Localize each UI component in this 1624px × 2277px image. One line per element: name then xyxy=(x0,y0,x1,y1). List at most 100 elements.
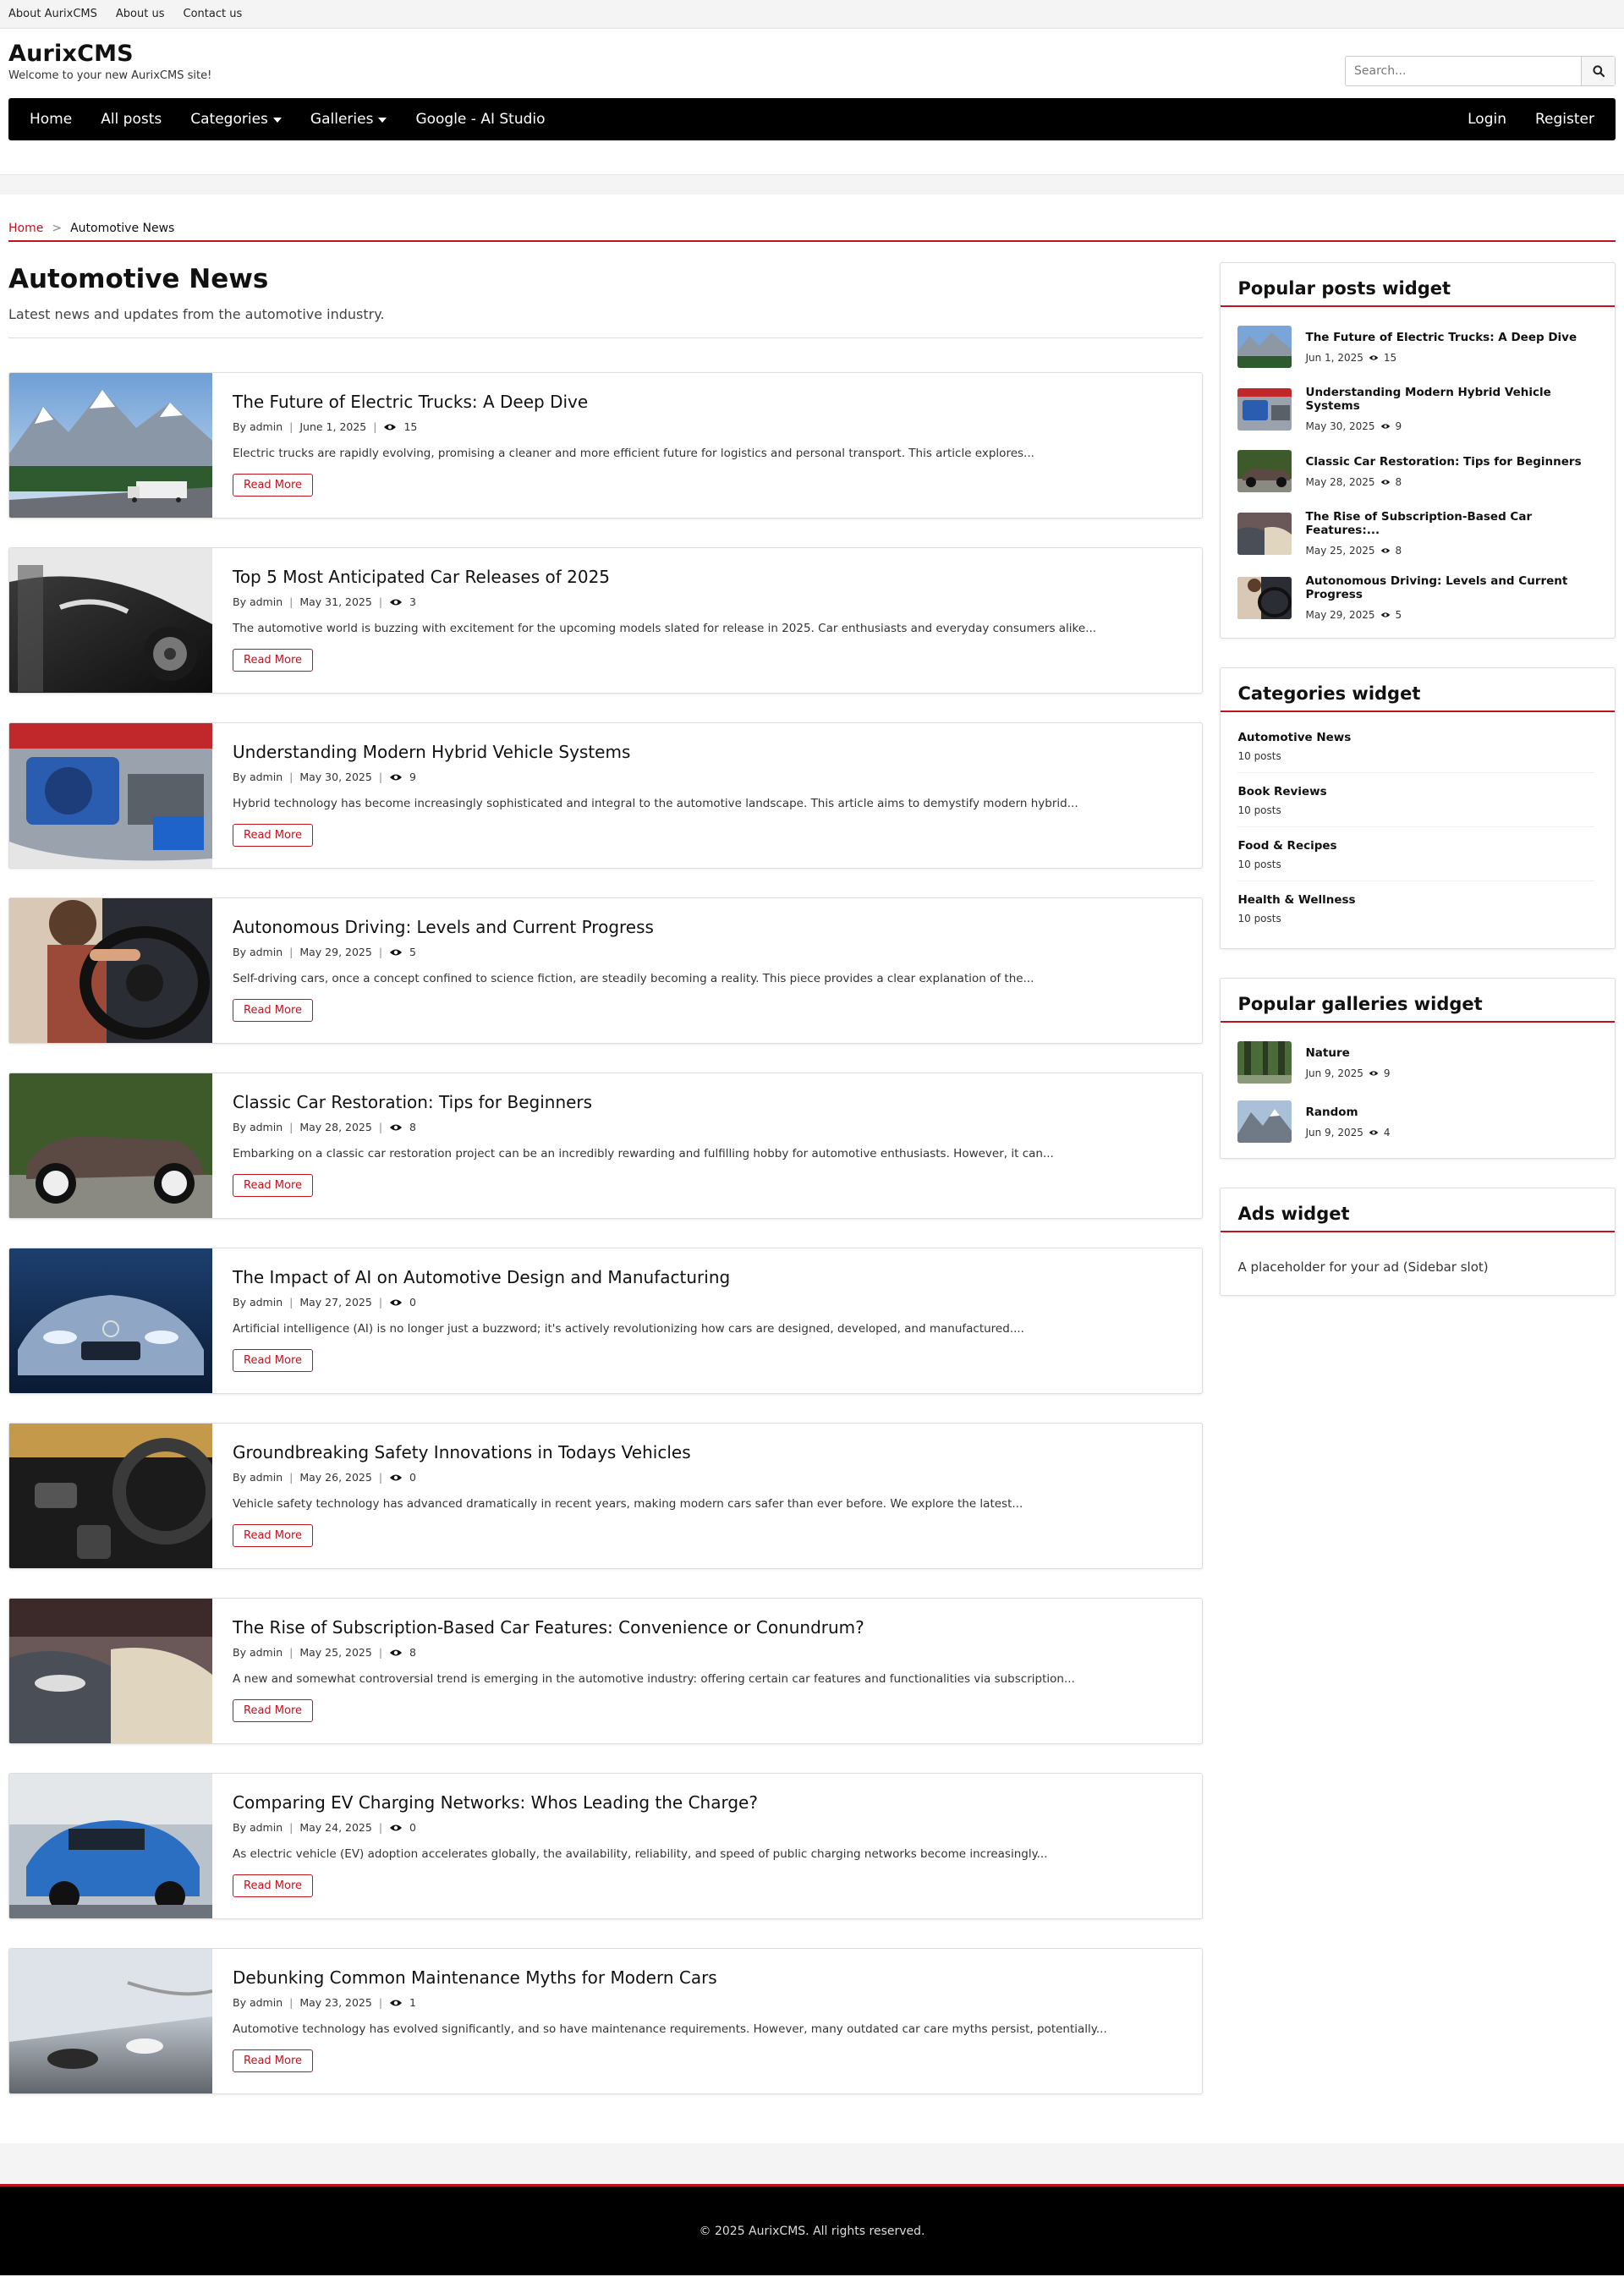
meta-separator: | xyxy=(289,1996,294,2009)
post-meta: By admin | May 27, 2025 | 0 xyxy=(233,1296,1024,1309)
read-more-button[interactable]: Read More xyxy=(233,1349,314,1372)
post-thumbnail[interactable] xyxy=(9,723,212,868)
topbar-link-about-aurixcms[interactable]: About AurixCMS xyxy=(8,8,97,20)
post-meta: By admin | May 25, 2025 | 8 xyxy=(233,1646,1075,1659)
post-title[interactable]: Groundbreaking Safety Innovations in Tod… xyxy=(233,1442,691,1462)
post-title[interactable]: Debunking Common Maintenance Myths for M… xyxy=(233,1967,717,1988)
post-body: The Future of Electric Trucks: A Deep Di… xyxy=(212,373,1055,518)
read-more-button[interactable]: Read More xyxy=(233,1874,314,1897)
post-card: Groundbreaking Safety Innovations in Tod… xyxy=(8,1423,1204,1569)
read-more-button[interactable]: Read More xyxy=(233,999,314,1022)
read-more-button[interactable]: Read More xyxy=(233,824,314,847)
post-title[interactable]: The Rise of Subscription-Based Car Featu… xyxy=(233,1617,864,1638)
post-title[interactable]: The Impact of AI on Automotive Design an… xyxy=(233,1267,730,1287)
main-column: Automotive News Latest news and updates … xyxy=(8,262,1204,2123)
meta-separator: | xyxy=(378,1646,383,1659)
popular-post-views: 9 xyxy=(1395,420,1402,432)
eye-icon xyxy=(1380,547,1391,554)
popular-post-item[interactable]: Autonomous Driving: Levels and Current P… xyxy=(1237,574,1594,621)
post-title[interactable]: Understanding Modern Hybrid Vehicle Syst… xyxy=(233,742,630,762)
post-title[interactable]: Comparing EV Charging Networks: Whos Lea… xyxy=(233,1792,758,1813)
nav-label: All posts xyxy=(101,111,162,128)
breadcrumb-home[interactable]: Home xyxy=(8,222,43,235)
category-item[interactable]: Automotive News 10 posts xyxy=(1237,731,1594,773)
nav-item-google-ai-studio[interactable]: Google - AI Studio xyxy=(401,111,559,128)
topbar-link-about-us[interactable]: About us xyxy=(116,8,165,20)
gallery-text: Random Jun 9, 2025 4 xyxy=(1305,1106,1390,1138)
read-more-button[interactable]: Read More xyxy=(233,474,314,497)
post-thumbnail[interactable] xyxy=(9,898,212,1043)
post-author: By admin xyxy=(233,1996,283,2009)
post-title[interactable]: Classic Car Restoration: Tips for Beginn… xyxy=(233,1092,592,1112)
post-card: Top 5 Most Anticipated Car Releases of 2… xyxy=(8,547,1204,694)
post-date: May 24, 2025 xyxy=(299,1821,372,1834)
post-excerpt: A new and somewhat controversial trend i… xyxy=(233,1672,1075,1686)
popular-post-item[interactable]: The Rise of Subscription-Based Car Featu… xyxy=(1237,510,1594,557)
eye-icon xyxy=(389,1999,403,2007)
post-excerpt: Hybrid technology has become increasingl… xyxy=(233,797,1078,810)
post-thumbnail[interactable] xyxy=(9,548,212,693)
gallery-name: Random xyxy=(1305,1105,1358,1119)
post-body: Top 5 Most Anticipated Car Releases of 2… xyxy=(212,548,1116,693)
post-thumbnail[interactable] xyxy=(9,1248,212,1393)
topbar-link-contact-us[interactable]: Contact us xyxy=(184,8,243,20)
eye-icon xyxy=(389,773,403,782)
popular-post-item[interactable]: The Future of Electric Trucks: A Deep Di… xyxy=(1237,326,1594,368)
post-author: By admin xyxy=(233,771,283,783)
post-title[interactable]: The Future of Electric Trucks: A Deep Di… xyxy=(233,392,588,412)
post-title[interactable]: Top 5 Most Anticipated Car Releases of 2… xyxy=(233,567,610,587)
popular-post-title: Classic Car Restoration: Tips for Beginn… xyxy=(1305,454,1582,469)
post-thumbnail[interactable] xyxy=(9,1424,212,1568)
post-thumbnail[interactable] xyxy=(9,1949,212,2093)
post-card: Debunking Common Maintenance Myths for M… xyxy=(8,1948,1204,2094)
category-item[interactable]: Health & Wellness 10 posts xyxy=(1237,881,1594,935)
login-link[interactable]: Login xyxy=(1453,111,1521,128)
category-name: Automotive News xyxy=(1237,731,1352,744)
search-button[interactable] xyxy=(1581,57,1615,85)
gallery-item[interactable]: Random Jun 9, 2025 4 xyxy=(1237,1100,1594,1143)
meta-separator: | xyxy=(378,1121,383,1133)
parked-cars-image xyxy=(9,1599,212,1743)
post-views: 1 xyxy=(409,1996,416,2009)
widget-body: The Future of Electric Trucks: A Deep Di… xyxy=(1221,307,1615,638)
ads-widget: Ads widget A placeholder for your ad (Si… xyxy=(1220,1188,1616,1296)
popular-post-views: 8 xyxy=(1395,475,1402,488)
black-car-image xyxy=(9,548,212,693)
widget-body: Nature Jun 9, 2025 9 Random Jun 9, 2025 4 xyxy=(1221,1023,1615,1158)
popular-post-views: 5 xyxy=(1395,609,1402,621)
popular-post-views: 8 xyxy=(1395,545,1402,557)
post-excerpt: Vehicle safety technology has advanced d… xyxy=(233,1497,1023,1511)
search-input[interactable] xyxy=(1346,57,1581,85)
post-thumbnail[interactable] xyxy=(9,1774,212,1918)
popular-post-item[interactable]: Classic Car Restoration: Tips for Beginn… xyxy=(1237,450,1594,492)
read-more-button[interactable]: Read More xyxy=(233,1174,314,1197)
post-thumbnail[interactable] xyxy=(9,1599,212,1743)
read-more-button[interactable]: Read More xyxy=(233,1524,314,1547)
meta-separator: | xyxy=(378,946,383,958)
category-item[interactable]: Book Reviews 10 posts xyxy=(1237,773,1594,827)
post-card: The Rise of Subscription-Based Car Featu… xyxy=(8,1598,1204,1744)
register-link[interactable]: Register xyxy=(1521,111,1609,128)
nav-item-all-posts[interactable]: All posts xyxy=(86,111,176,128)
nav-item-categories[interactable]: Categories xyxy=(176,111,296,128)
popular-post-title: Autonomous Driving: Levels and Current P… xyxy=(1305,574,1568,601)
post-card: The Impact of AI on Automotive Design an… xyxy=(8,1248,1204,1394)
post-thumbnail[interactable] xyxy=(9,373,212,518)
read-more-button[interactable]: Read More xyxy=(233,2049,314,2072)
post-author: By admin xyxy=(233,595,283,608)
post-excerpt: Self-driving cars, once a concept confin… xyxy=(233,972,1034,985)
post-title[interactable]: Autonomous Driving: Levels and Current P… xyxy=(233,917,654,937)
blue-compact-car-image xyxy=(9,1774,212,1918)
read-more-button[interactable]: Read More xyxy=(233,1699,314,1722)
post-thumbnail[interactable] xyxy=(9,1073,212,1218)
post-body: Groundbreaking Safety Innovations in Tod… xyxy=(212,1424,1043,1568)
category-item[interactable]: Food & Recipes 10 posts xyxy=(1237,827,1594,881)
post-date: May 29, 2025 xyxy=(299,946,372,958)
gallery-item[interactable]: Nature Jun 9, 2025 9 xyxy=(1237,1041,1594,1084)
popular-post-item[interactable]: Understanding Modern Hybrid Vehicle Syst… xyxy=(1237,386,1594,432)
nav-item-home[interactable]: Home xyxy=(15,111,86,128)
nav-item-galleries[interactable]: Galleries xyxy=(296,111,402,128)
post-meta: By admin | May 30, 2025 | 9 xyxy=(233,771,1078,783)
read-more-button[interactable]: Read More xyxy=(233,649,314,672)
post-views: 0 xyxy=(409,1296,416,1309)
